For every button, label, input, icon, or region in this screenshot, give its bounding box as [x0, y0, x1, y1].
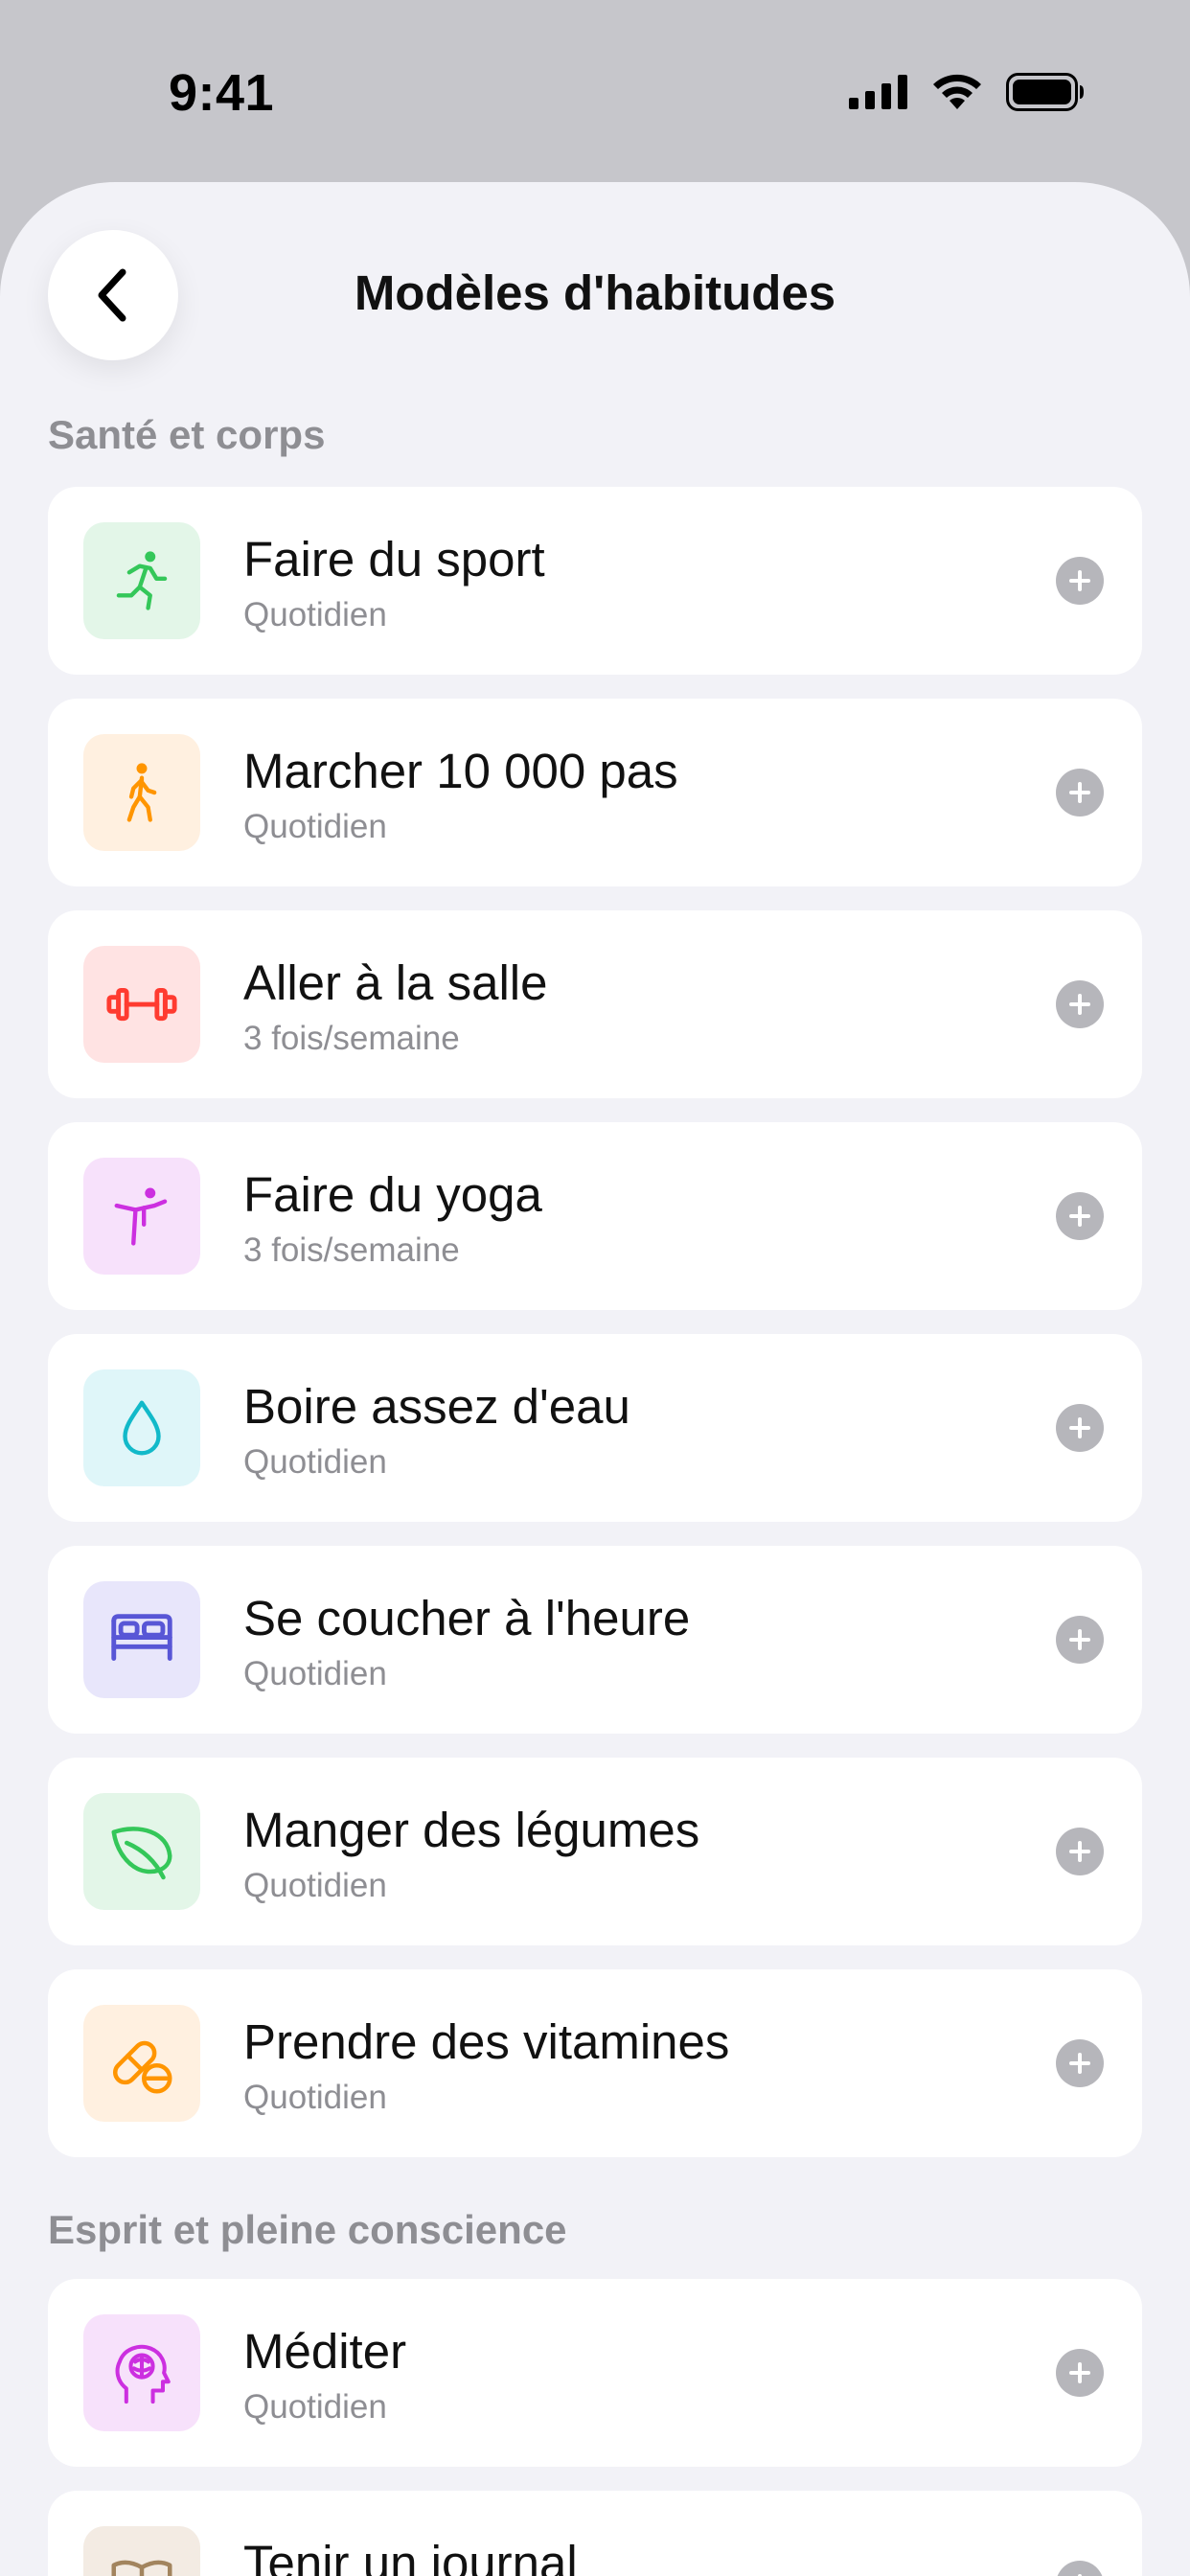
habit-card[interactable]: Manger des légumes Quotidien — [48, 1758, 1142, 1945]
plus-icon — [1078, 2574, 1082, 2576]
yoga-icon — [114, 1187, 168, 1246]
icon-tile — [83, 1158, 200, 1275]
habit-card[interactable]: Faire du yoga 3 fois/semaine — [48, 1122, 1142, 1310]
icon-tile — [83, 1369, 200, 1486]
habit-card[interactable]: Prendre des vitamines Quotidien — [48, 1969, 1142, 2157]
habit-card[interactable]: Méditer Quotidien — [48, 2279, 1142, 2467]
icon-tile — [83, 2526, 200, 2576]
plus-icon — [1069, 782, 1090, 803]
page-title: Modèles d'habitudes — [354, 265, 836, 320]
habit-title: Manger des légumes — [243, 1803, 700, 1857]
plus-icon — [1069, 570, 1090, 591]
section-header-health: Santé et corps — [48, 412, 326, 457]
battery-icon — [1006, 73, 1084, 111]
bed-icon — [111, 1614, 172, 1661]
habit-title: Tenir un journal — [243, 2536, 578, 2576]
plus-icon — [1069, 2362, 1090, 2383]
section-header-mind: Esprit et pleine conscience — [48, 2207, 567, 2252]
plus-icon — [1069, 1417, 1090, 1438]
leaf-icon — [111, 1827, 172, 1880]
habit-frequency: Quotidien — [243, 808, 387, 845]
plus-icon — [1069, 1629, 1090, 1650]
icon-tile — [83, 734, 200, 851]
icon-tile — [83, 946, 200, 1063]
habit-card[interactable]: Se coucher à l'heure Quotidien — [48, 1546, 1142, 1734]
add-button[interactable] — [1056, 2561, 1104, 2576]
icon-tile — [83, 2005, 200, 2122]
brain-head-icon — [115, 2344, 171, 2404]
add-button[interactable] — [1056, 1192, 1104, 1240]
running-icon — [116, 551, 168, 610]
water-drop-icon — [123, 1400, 161, 1456]
habit-card[interactable]: Faire du sport Quotidien — [48, 487, 1142, 675]
habit-title: Faire du sport — [243, 532, 545, 586]
dumbbell-icon — [106, 987, 177, 1022]
cellular-signal-icon — [849, 75, 907, 109]
habit-frequency: Quotidien — [243, 2079, 387, 2116]
habit-templates-sheet: Modèles d'habitudes Santé et corps Faire… — [0, 182, 1190, 2576]
plus-icon — [1069, 2053, 1090, 2074]
add-button[interactable] — [1056, 2039, 1104, 2087]
habit-card[interactable]: Aller à la salle 3 fois/semaine — [48, 910, 1142, 1098]
habit-frequency: 3 fois/semaine — [243, 1231, 460, 1269]
habit-title: Aller à la salle — [243, 955, 548, 1010]
icon-tile — [83, 2314, 200, 2431]
add-button[interactable] — [1056, 1828, 1104, 1875]
habit-card[interactable]: Boire assez d'eau Quotidien — [48, 1334, 1142, 1522]
walking-icon — [126, 763, 157, 822]
habit-card[interactable]: Tenir un journal — [48, 2491, 1142, 2576]
plus-icon — [1069, 1841, 1090, 1862]
habit-frequency: Quotidien — [243, 1867, 387, 1904]
plus-icon — [1069, 1206, 1090, 1227]
add-button[interactable] — [1056, 2349, 1104, 2397]
status-icons — [849, 73, 1085, 111]
add-button[interactable] — [1056, 1616, 1104, 1664]
pills-icon — [112, 2040, 172, 2094]
add-button[interactable] — [1056, 980, 1104, 1028]
icon-tile — [83, 522, 200, 639]
habit-title: Se coucher à l'heure — [243, 1591, 691, 1645]
nav-bar: Modèles d'habitudes — [0, 182, 1190, 402]
habit-title: Marcher 10 000 pas — [243, 744, 678, 798]
habit-title: Boire assez d'eau — [243, 1379, 630, 1434]
status-time: 9:41 — [169, 64, 275, 122]
wifi-icon — [933, 74, 981, 109]
icon-tile — [83, 1581, 200, 1698]
habit-frequency: Quotidien — [243, 1655, 387, 1692]
habit-frequency: Quotidien — [243, 596, 387, 633]
status-bar: 9:41 — [0, 0, 1190, 182]
journal-icon — [111, 2560, 172, 2576]
habit-title: Méditer — [243, 2324, 407, 2379]
habit-title: Faire du yoga — [243, 1167, 542, 1222]
plus-icon — [1069, 994, 1090, 1015]
add-button[interactable] — [1056, 1404, 1104, 1452]
icon-tile — [83, 1793, 200, 1910]
add-button[interactable] — [1056, 557, 1104, 605]
habit-card[interactable]: Marcher 10 000 pas Quotidien — [48, 699, 1142, 886]
habit-frequency: 3 fois/semaine — [243, 1020, 460, 1057]
add-button[interactable] — [1056, 769, 1104, 816]
habit-frequency: Quotidien — [243, 2388, 387, 2426]
habit-title: Prendre des vitamines — [243, 2014, 730, 2069]
habit-frequency: Quotidien — [243, 1443, 387, 1481]
